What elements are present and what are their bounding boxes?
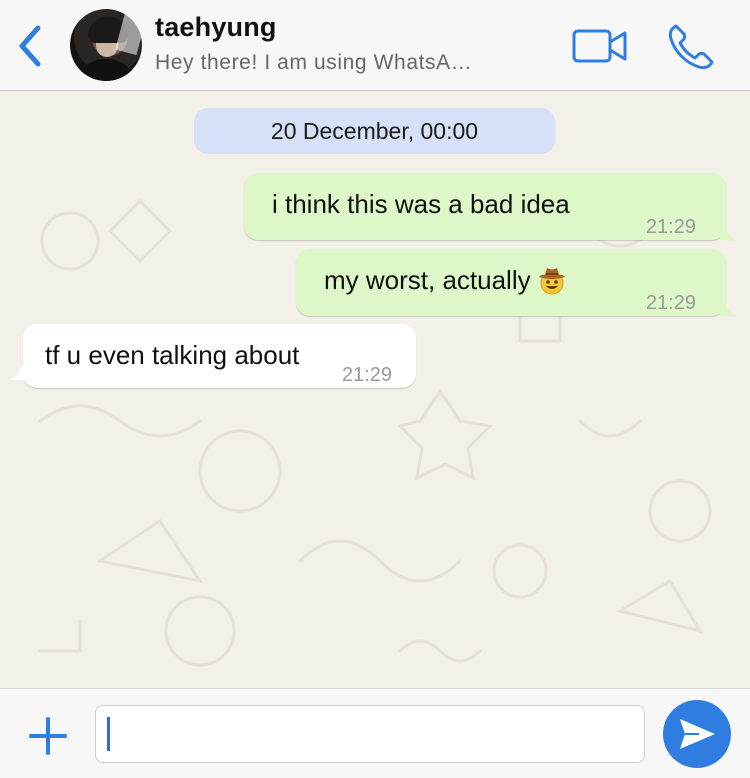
message-text: tf u even talking about — [45, 340, 300, 370]
bubble-tail-outgoing — [720, 302, 738, 317]
message-bubble-incoming[interactable]: tf u even talking about 21:29 — [23, 324, 416, 388]
text-cursor — [107, 717, 110, 751]
composer-bar — [0, 688, 750, 778]
message-input[interactable] — [95, 705, 645, 763]
send-icon — [680, 719, 715, 749]
message-time: 21:29 — [341, 364, 392, 386]
date-separator: 20 December, 00:00 — [194, 108, 555, 154]
back-button[interactable] — [14, 24, 46, 68]
cowboy-hat-face-emoji — [538, 268, 565, 295]
video-call-button[interactable] — [572, 28, 628, 64]
bubble-tail-outgoing — [720, 226, 738, 241]
message-time: 21:29 — [645, 292, 696, 314]
message-time: 21:29 — [645, 216, 696, 238]
message-text: my worst, actually — [324, 265, 567, 296]
bubble-tail-incoming — [8, 366, 28, 380]
phone-icon — [668, 24, 714, 70]
message-bubble-outgoing[interactable]: my worst, actually 21:29 — [296, 249, 726, 316]
attach-button[interactable] — [28, 716, 68, 756]
chevron-left-icon — [19, 25, 41, 67]
send-button[interactable] — [663, 700, 731, 768]
contact-status[interactable]: Hey there! I am using WhatsA… — [155, 51, 472, 75]
chat-header: taehyung Hey there! I am using WhatsA… — [0, 0, 750, 91]
contact-name[interactable]: taehyung — [155, 12, 277, 43]
voice-call-button[interactable] — [666, 22, 716, 72]
message-bubble-outgoing[interactable]: i think this was a bad idea 21:29 — [244, 173, 726, 240]
message-text: i think this was a bad idea — [272, 189, 570, 219]
avatar[interactable] — [70, 9, 142, 81]
plus-icon — [29, 717, 67, 755]
video-camera-icon — [572, 29, 627, 63]
